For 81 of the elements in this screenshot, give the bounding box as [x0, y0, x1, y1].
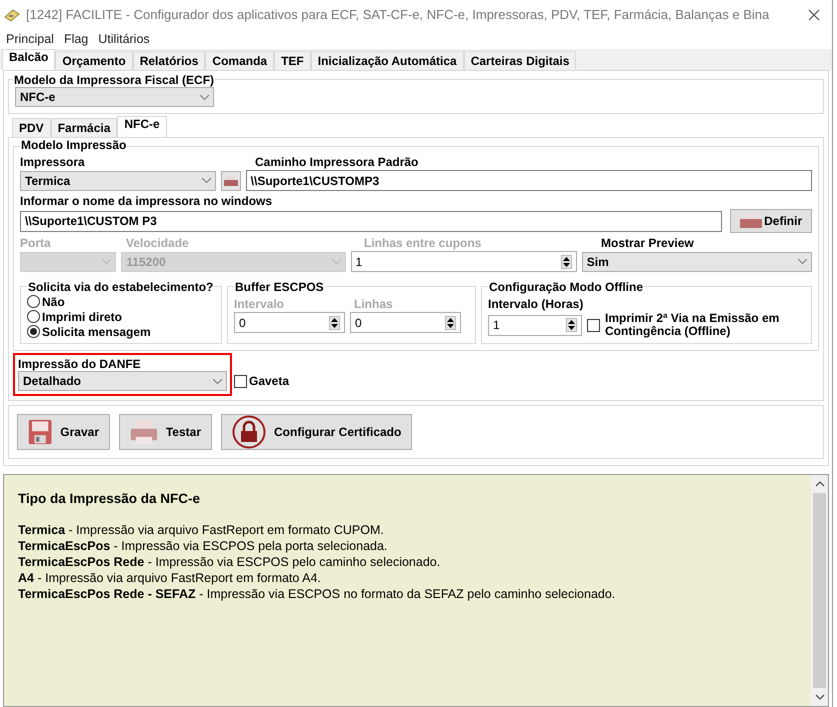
chevron-down-icon [798, 259, 807, 264]
window-title: [1242] FACILITE - Configurador dos aplicativos para ECF, SAT-CF-e, NFC-e, Impressoras, PDV, TEF, Farmácia, Balanças e Bina [26, 7, 770, 22]
spin-icon[interactable] [329, 316, 340, 330]
dropdown[interactable]: Detalhado [18, 371, 227, 391]
field-label: Porta [20, 236, 52, 250]
menu-item[interactable]: Utilitários [98, 32, 150, 46]
number-field[interactable]: 1 [488, 314, 582, 336]
radio-button[interactable]: Não [27, 294, 215, 309]
radio-button[interactable]: Imprimi direto [27, 309, 215, 324]
radio-button[interactable]: Solicita mensagem [27, 324, 215, 339]
help-text: TermicaEscPos Rede - Impressão via ESCPOS pelo caminho selecionado. [18, 554, 442, 570]
printer-icon [224, 176, 238, 186]
radio-label: Solicita mensagem [42, 324, 151, 338]
field-label: Linhas [354, 297, 394, 311]
tab[interactable]: TEF [274, 51, 311, 70]
field-label: Mostrar Preview [601, 236, 694, 250]
tab[interactable]: Relatórios [132, 51, 206, 70]
help-text: A4 - Impressão via arquivo FastReport em formato A4. [18, 570, 322, 586]
tab[interactable]: Comanda [205, 51, 274, 70]
group-title: Modelo Impressão [20, 138, 128, 152]
tab[interactable]: Inicialização Automática [310, 51, 464, 70]
chevron-down-icon [102, 259, 112, 264]
chevron-down-icon [332, 259, 341, 264]
dropdown[interactable]: Termica [20, 170, 216, 190]
checkbox-label: Imprimir 2ª Via na Emissão em Contingência (Offline) [605, 312, 780, 338]
chevron-down-icon [202, 178, 211, 183]
radio-circle[interactable] [27, 310, 40, 323]
field-label: Intervalo [234, 297, 286, 311]
dropdown[interactable]: NFC-e [15, 87, 214, 107]
group-title: Buffer ESCPOS [234, 280, 325, 294]
field-label: Linhas entre cupons [364, 236, 482, 250]
field-label: Informar o nome da impressora no windows [20, 194, 272, 208]
action-button[interactable]: Testar [119, 414, 212, 450]
printer-button[interactable] [220, 170, 241, 190]
app-icon [4, 8, 20, 22]
field-label: Impressão do DANFE [18, 357, 142, 371]
help-text: Termica - Impressão via arquivo FastReport em formato CUPOM. [18, 522, 385, 538]
field-label: Intervalo (Horas) [488, 297, 584, 311]
radio-circle[interactable] [27, 295, 40, 308]
tab[interactable]: NFC-e [117, 116, 167, 137]
spin-icon[interactable] [566, 318, 577, 332]
define-button[interactable]: Definir [730, 209, 812, 233]
field-label: Caminho Impressora Padrão [255, 155, 418, 169]
spin-icon[interactable] [560, 254, 572, 268]
tab[interactable]: Balcão [2, 49, 56, 70]
tab[interactable]: Orçamento [55, 51, 133, 70]
tab[interactable]: Carteiras Digitais [464, 51, 576, 70]
help-title: Tipo da Impressão da NFC-e [18, 491, 202, 506]
text-field[interactable]: \\Suporte1\CUSTOMP3 [246, 170, 812, 191]
help-text: TermicaEscPos Rede - SEFAZ - Impressão via ESCPOS no formato da SEFAZ pelo caminho selecionado. [18, 586, 616, 602]
checkbox[interactable] [234, 375, 247, 388]
dropdown[interactable]: Sim [582, 252, 812, 272]
scrollbar-thumb[interactable] [813, 493, 826, 688]
radio-label: Imprimi direto [42, 310, 122, 324]
close-icon[interactable] [808, 8, 820, 20]
action-button[interactable]: Configurar Certificado [221, 414, 412, 450]
checkbox[interactable] [587, 318, 600, 332]
chevron-down-icon [213, 378, 222, 384]
tab[interactable]: PDV [12, 118, 51, 137]
radio-circle[interactable] [27, 325, 40, 338]
printer-icon [740, 214, 762, 228]
group-title: Modelo da Impressora Fiscal (ECF) [13, 73, 216, 87]
radio-label: Não [42, 294, 65, 308]
field-label: Impressora [20, 155, 86, 169]
menu-item[interactable]: Flag [64, 32, 88, 46]
group-title: Solicita via do estabelecimento? [27, 280, 214, 294]
lock-icon [232, 415, 266, 449]
printer-icon [130, 418, 158, 446]
help-text: TermicaEscPos - Impressão via ESCPOS pela porta selecionada. [18, 538, 388, 554]
text-field[interactable]: \\Suporte1\CUSTOM P3 [20, 210, 722, 232]
scroll-up-icon[interactable] [814, 481, 824, 487]
tab[interactable]: Farmácia [50, 118, 118, 137]
action-button[interactable]: Gravar [17, 414, 110, 450]
chevron-down-icon [200, 94, 209, 100]
scroll-down-icon[interactable] [814, 694, 824, 700]
scrollbar[interactable] [811, 475, 828, 706]
spin-icon[interactable] [445, 316, 456, 330]
checkbox-label: Gaveta [249, 374, 290, 388]
group-title: Configuração Modo Offline [488, 280, 644, 294]
menu-item[interactable]: Principal [6, 32, 54, 46]
field-label: Velocidade [126, 236, 190, 250]
